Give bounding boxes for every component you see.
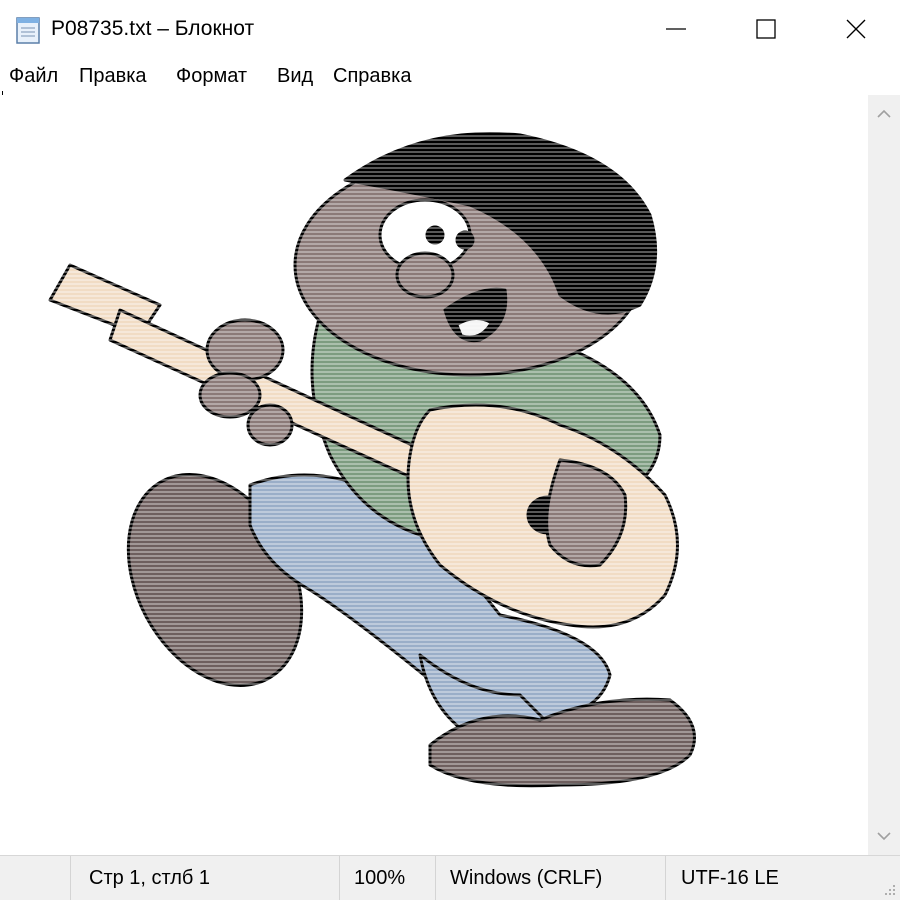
menu-view[interactable]: Вид bbox=[277, 65, 313, 88]
status-separator bbox=[435, 856, 436, 900]
chevron-down-icon bbox=[877, 832, 891, 841]
menu-format[interactable]: Формат bbox=[176, 65, 247, 88]
scroll-up-button[interactable] bbox=[868, 95, 900, 131]
maximize-icon bbox=[756, 19, 776, 39]
menu-edit[interactable]: Правка bbox=[79, 65, 147, 88]
text-editor-area[interactable] bbox=[0, 95, 868, 855]
scroll-down-button[interactable] bbox=[868, 819, 900, 855]
menu-help[interactable]: Справка bbox=[333, 65, 411, 88]
guitar-player-art bbox=[0, 95, 868, 855]
status-bar: Стр 1, стлб 1 100% Windows (CRLF) UTF-16… bbox=[0, 855, 900, 900]
vertical-scrollbar[interactable] bbox=[868, 95, 900, 855]
minimize-button[interactable] bbox=[630, 0, 722, 58]
zoom-level: 100% bbox=[354, 867, 406, 889]
close-icon bbox=[846, 19, 866, 39]
status-separator bbox=[70, 856, 71, 900]
cursor-position: Стр 1, стлб 1 bbox=[89, 867, 211, 889]
window-title: P08735.txt – Блокнот bbox=[51, 17, 255, 40]
line-endings: Windows (CRLF) bbox=[450, 867, 603, 889]
menu-bar: Файл Правка Формат Вид Справка bbox=[0, 60, 900, 94]
maximize-button[interactable] bbox=[720, 0, 812, 58]
status-separator bbox=[339, 856, 340, 900]
notepad-icon bbox=[16, 17, 40, 44]
minimize-icon bbox=[666, 28, 686, 30]
resize-grip-icon[interactable] bbox=[882, 882, 896, 896]
menu-file[interactable]: Файл bbox=[9, 65, 58, 88]
close-button[interactable] bbox=[810, 0, 900, 58]
text-encoding: UTF-16 LE bbox=[681, 867, 779, 889]
chevron-up-icon bbox=[877, 109, 891, 118]
title-bar[interactable]: P08735.txt – Блокнот bbox=[0, 0, 900, 58]
status-separator bbox=[665, 856, 666, 900]
